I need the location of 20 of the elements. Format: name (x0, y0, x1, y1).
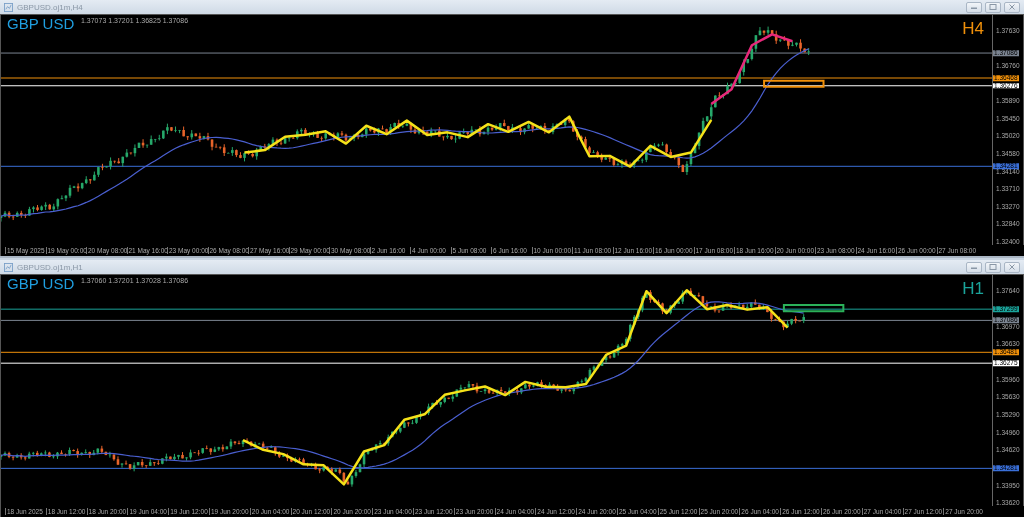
restore-button[interactable] (985, 1, 1001, 13)
timeframe-label: H4 (962, 20, 984, 37)
maximize-icon (989, 264, 997, 270)
close-button[interactable] (1004, 261, 1020, 273)
chart-icon (4, 2, 13, 12)
chart-icon (4, 262, 13, 272)
maximize-icon (989, 4, 997, 10)
close-icon (1008, 264, 1016, 270)
zone-rectangle (782, 303, 845, 313)
timeframe-label: H1 (962, 280, 984, 297)
minimize-button[interactable] (966, 261, 982, 273)
symbol-label: GBP USD (7, 16, 75, 31)
minimize-button[interactable] (966, 1, 982, 13)
restore-button[interactable] (985, 261, 1001, 273)
window-title: GBPUSD.oj1m,H4 (17, 2, 83, 12)
zone-rectangle (763, 79, 825, 88)
close-button[interactable] (1004, 1, 1020, 13)
symbol-label: GBP USD (7, 276, 75, 291)
window-title: GBPUSD.oj1m,H1 (17, 262, 83, 272)
close-icon (1008, 4, 1016, 10)
